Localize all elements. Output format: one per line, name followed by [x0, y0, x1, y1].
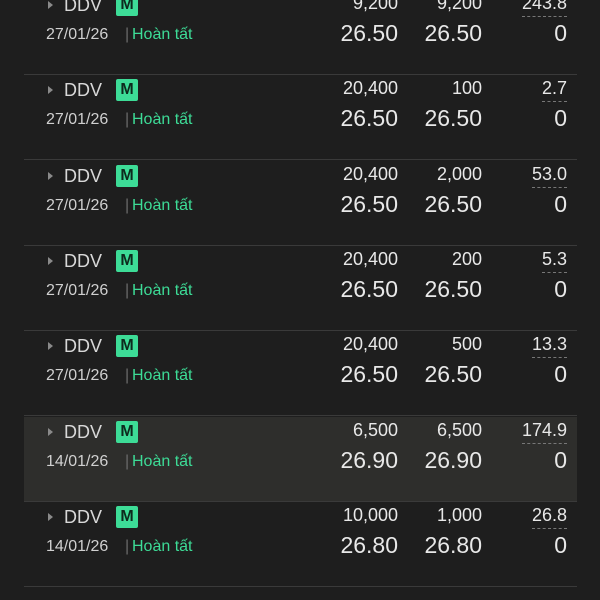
order-date: 14/01/26 — [46, 452, 109, 470]
stock-symbol: DDV — [64, 165, 103, 186]
order-fee: 0 — [554, 275, 567, 302]
matched-quantity: 200 — [451, 248, 482, 269]
order-price: 26.80 — [340, 531, 398, 558]
caret-right-icon[interactable] — [48, 171, 53, 180]
stock-symbol: DDV — [64, 506, 103, 527]
order-price: 26.90 — [340, 446, 398, 473]
order-quantity: 6,500 — [352, 419, 398, 440]
caret-right-icon[interactable] — [48, 427, 53, 436]
order-price: 26.50 — [340, 20, 398, 46]
date-status-separator: | — [125, 537, 130, 555]
matched-quantity: 500 — [451, 334, 482, 355]
order-row[interactable]: DDV M 27/01/26 | Hoàn tất 20,400 26.50 2,000 26.… — [24, 161, 577, 246]
caret-right-icon[interactable] — [48, 1, 53, 9]
matched-price: 26.80 — [424, 531, 482, 558]
order-type-badge: M — [116, 249, 138, 272]
order-fee: 0 — [554, 105, 567, 132]
order-quantity: 9,200 — [352, 0, 398, 13]
order-type-badge: M — [116, 335, 138, 358]
date-status-separator: | — [125, 367, 130, 385]
order-value: 5.3 — [541, 249, 567, 273]
order-row[interactable]: DDV M 27/01/26 | Hoàn tất 20,400 26.50 500 26.50… — [24, 331, 577, 417]
order-status: Hoàn tất — [132, 111, 193, 129]
order-status: Hoàn tất — [132, 281, 193, 299]
order-row[interactable]: DDV M 14/01/26 | Hoàn tất 6,500 26.90 6,500 26.9… — [24, 416, 577, 502]
order-date: 14/01/26 — [46, 537, 109, 555]
order-status: Hoàn tất — [132, 537, 193, 555]
order-date: 27/01/26 — [46, 111, 109, 129]
order-quantity: 20,400 — [342, 163, 398, 184]
caret-right-icon[interactable] — [48, 256, 53, 265]
order-price: 26.50 — [340, 275, 398, 302]
order-status: Hoàn tất — [132, 196, 193, 214]
order-row[interactable]: DDV M 14/01/26 | Hoàn tất 10,000 26.80 1,000 26.… — [24, 502, 577, 587]
order-value: 243.8 — [521, 0, 567, 17]
order-fee: 0 — [554, 446, 567, 473]
matched-quantity: 9,200 — [436, 0, 482, 13]
stock-symbol: DDV — [64, 336, 103, 357]
order-type-badge: M — [116, 79, 138, 102]
order-status: Hoàn tất — [132, 367, 193, 385]
matched-price: 26.50 — [424, 105, 482, 132]
matched-quantity: 100 — [451, 78, 482, 99]
date-status-separator: | — [125, 196, 130, 214]
order-row[interactable]: DDV M 27/01/26 | Hoàn tất 9,200 26.50 9,200 26.5… — [24, 0, 577, 75]
order-row[interactable]: DDV M 27/01/26 | Hoàn tất 20,400 26.50 200 26.50… — [24, 246, 577, 331]
order-value: 2.7 — [541, 78, 567, 103]
order-value: 13.3 — [531, 334, 567, 359]
order-date: 27/01/26 — [46, 196, 109, 214]
order-type-badge: M — [116, 0, 138, 16]
stock-symbol: DDV — [64, 0, 103, 15]
matched-price: 26.50 — [424, 20, 482, 46]
caret-right-icon[interactable] — [48, 86, 53, 95]
matched-price: 26.50 — [424, 190, 482, 217]
date-status-separator: | — [125, 26, 130, 43]
matched-price: 26.50 — [424, 275, 482, 302]
order-type-badge: M — [116, 164, 138, 187]
order-fee: 0 — [554, 361, 567, 388]
order-price: 26.50 — [340, 361, 398, 388]
order-fee: 0 — [554, 531, 567, 558]
order-price: 26.50 — [340, 105, 398, 132]
order-date: 27/01/26 — [46, 26, 109, 43]
matched-quantity: 1,000 — [436, 504, 482, 525]
order-fee: 0 — [554, 190, 567, 217]
matched-quantity: 6,500 — [436, 419, 482, 440]
order-quantity: 20,400 — [342, 248, 398, 269]
matched-price: 26.90 — [424, 446, 482, 473]
order-fee: 0 — [554, 20, 567, 46]
order-date: 27/01/26 — [46, 281, 109, 299]
order-status: Hoàn tất — [132, 452, 193, 470]
order-type-badge: M — [116, 505, 138, 528]
order-quantity: 20,400 — [342, 78, 398, 99]
date-status-separator: | — [125, 281, 130, 299]
order-type-badge: M — [116, 420, 138, 443]
order-price: 26.50 — [340, 190, 398, 217]
matched-price: 26.50 — [424, 361, 482, 388]
matched-quantity: 2,000 — [436, 163, 482, 184]
stock-symbol: DDV — [64, 250, 103, 271]
order-quantity: 10,000 — [342, 504, 398, 525]
order-history-list: DDV M 27/01/26 | Hoàn tất 9,200 26.50 9,200 26.5… — [0, 0, 600, 600]
order-value: 53.0 — [531, 164, 567, 188]
order-row[interactable]: DDV M 27/01/26 | Hoàn tất 20,400 26.50 100 26.50… — [24, 75, 577, 161]
caret-right-icon[interactable] — [48, 342, 53, 351]
order-date: 27/01/26 — [46, 367, 109, 385]
order-value: 174.9 — [521, 420, 567, 444]
caret-right-icon[interactable] — [48, 512, 53, 521]
stock-symbol: DDV — [64, 421, 103, 442]
order-status: Hoàn tất — [132, 26, 193, 43]
stock-symbol: DDV — [64, 80, 103, 101]
date-status-separator: | — [125, 452, 130, 470]
date-status-separator: | — [125, 111, 130, 129]
order-quantity: 20,400 — [342, 334, 398, 355]
order-value: 26.8 — [531, 505, 567, 529]
